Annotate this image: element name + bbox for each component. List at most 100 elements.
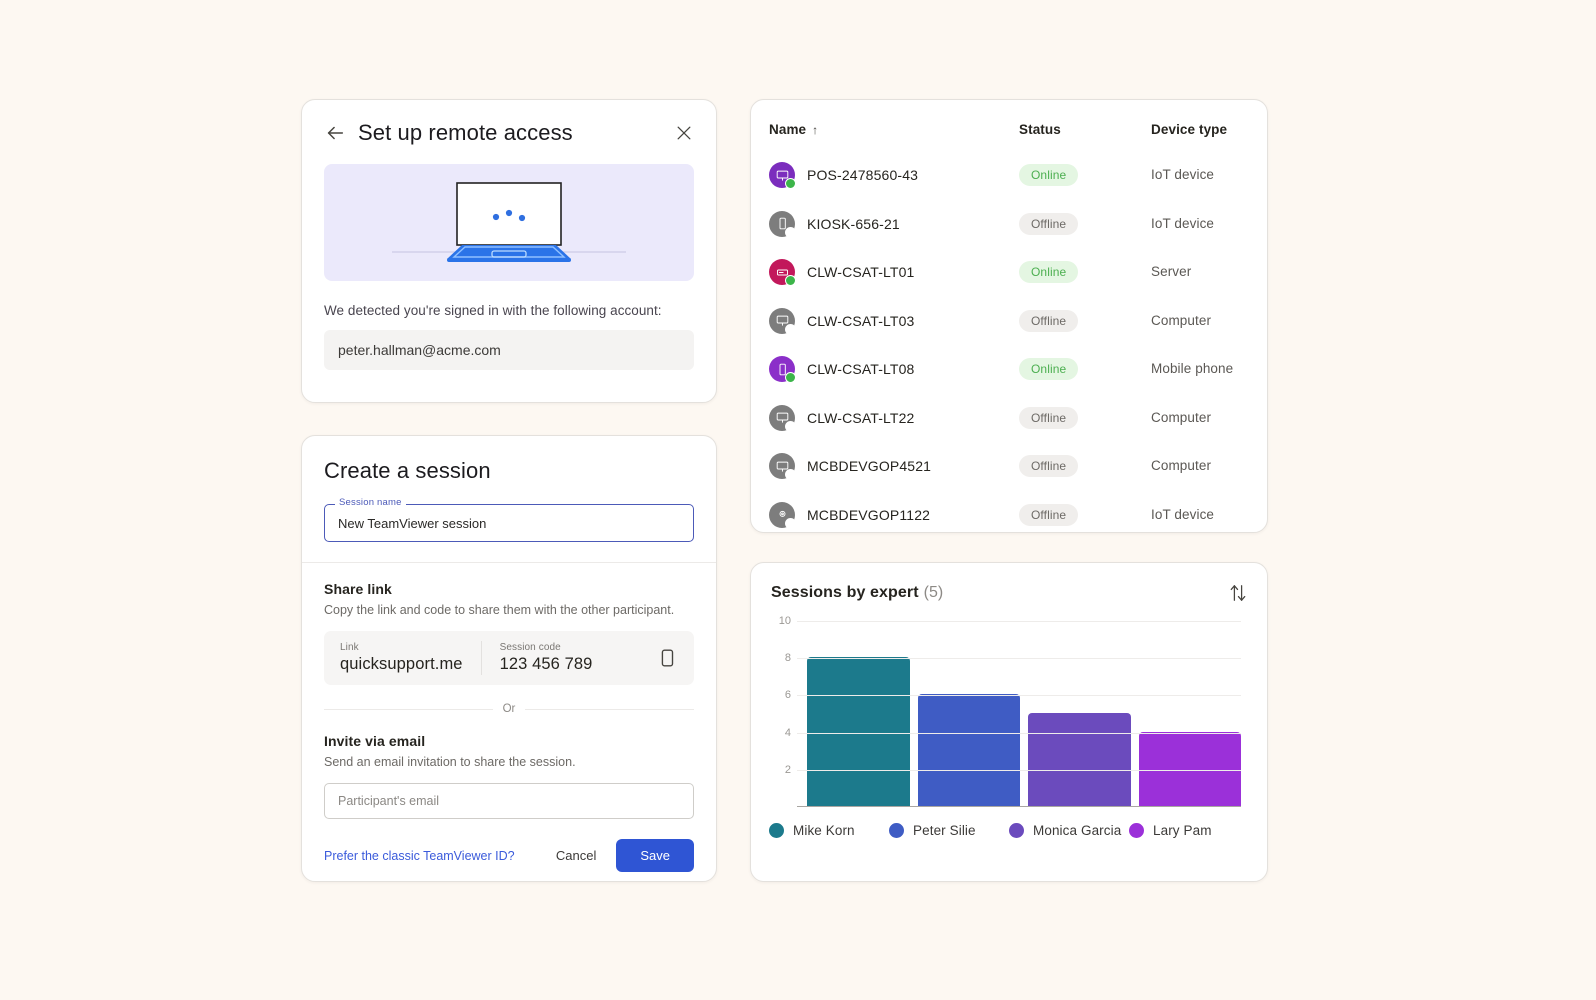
session-name-label: Session name <box>335 497 406 508</box>
legend-label: Mike Korn <box>793 823 855 838</box>
session-actions: Prefer the classic TeamViewer ID? Cancel… <box>324 839 694 872</box>
link-value: quicksupport.me <box>340 655 463 674</box>
device-name-cell: MCBDEVGOP4521 <box>751 442 1019 491</box>
presence-dot <box>785 518 796 529</box>
devices-table-head: Name ↑ Status Device type <box>751 100 1267 151</box>
or-text: Or <box>503 703 516 715</box>
legend-item[interactable]: Mike Korn <box>769 823 889 838</box>
table-row[interactable]: CLW-CSAT-LT01OnlineServer <box>751 248 1267 297</box>
devices-table-card: Name ↑ Status Device type POS-2478560-43 O… <box>750 99 1268 533</box>
table-row[interactable]: MCBDEVGOP4521 OfflineComputer <box>751 442 1267 491</box>
table-row[interactable]: KIOSK-656-21OfflineIoT device <box>751 200 1267 249</box>
legend-item[interactable]: Monica Garcia <box>1009 823 1129 838</box>
column-header-name[interactable]: Name ↑ <box>751 100 1019 151</box>
session-code-label: Session code <box>500 642 593 653</box>
link-column: Link quicksupport.me <box>340 642 463 674</box>
table-row[interactable]: MCBDEVGOP1122 Offline IoT device <box>751 491 1267 540</box>
legend-item[interactable]: Peter Silie <box>889 823 1009 838</box>
presence-dot <box>785 469 796 480</box>
copy-icon[interactable] <box>656 647 678 669</box>
chart-header: Sessions by expert (5) <box>751 563 1267 603</box>
session-code-value: 123 456 789 <box>500 655 593 674</box>
status-badge: Offline <box>1019 504 1078 526</box>
status-badge: Offline <box>1019 407 1078 429</box>
chart-plot-area: 108642 <box>769 621 1249 807</box>
close-icon[interactable] <box>674 123 694 143</box>
status-badge: Online <box>1019 164 1078 186</box>
column-header-name-label: Name <box>769 122 806 137</box>
device-name: MCBDEVGOP1122 <box>807 507 930 523</box>
device-avatar <box>769 211 795 237</box>
device-status-cell: Offline <box>1019 394 1151 443</box>
table-row[interactable]: CLW-CSAT-LT22 Offline Computer <box>751 394 1267 443</box>
status-badge: Online <box>1019 358 1078 380</box>
classic-teamviewer-id-link[interactable]: Prefer the classic TeamViewer ID? <box>324 849 515 863</box>
device-name: MCBDEVGOP4521 <box>807 458 931 474</box>
device-avatar <box>769 453 795 479</box>
back-arrow-icon[interactable] <box>324 122 346 144</box>
session-code-column: Session code 123 456 789 <box>500 642 593 674</box>
device-name-cell: POS-2478560-43 <box>751 151 1019 200</box>
status-badge: Offline <box>1019 213 1078 235</box>
chart-y-tick-label: 10 <box>769 615 791 627</box>
device-avatar <box>769 308 795 334</box>
divider <box>302 562 716 563</box>
chart-gridline <box>797 770 1241 771</box>
table-row[interactable]: CLW-CSAT-LT08OnlineMobile phone <box>751 345 1267 394</box>
device-status-cell: Online <box>1019 248 1151 297</box>
device-type-cell: IoT device <box>1151 491 1267 540</box>
device-type-cell: Computer <box>1151 297 1267 346</box>
chart-bars <box>807 621 1241 806</box>
device-avatar <box>769 502 795 528</box>
presence-dot <box>785 372 796 383</box>
chart-bar[interactable] <box>1028 713 1131 806</box>
device-status-cell: Offline <box>1019 491 1151 540</box>
table-header-row: Name ↑ Status Device type <box>751 100 1267 151</box>
laptop-illustration <box>324 164 694 281</box>
device-name-cell: CLW-CSAT-LT08 <box>751 345 1019 394</box>
chart-count: (5) <box>924 584 944 602</box>
presence-dot <box>785 227 796 238</box>
legend-label: Lary Pam <box>1153 823 1212 838</box>
sort-updown-icon[interactable] <box>1229 583 1247 603</box>
legend-color-dot <box>1009 823 1024 838</box>
chart-bar[interactable] <box>1139 732 1242 806</box>
column-header-status[interactable]: Status <box>1019 100 1151 151</box>
chart-y-tick-label: 8 <box>769 652 791 664</box>
device-status-cell: Offline <box>1019 442 1151 491</box>
save-button[interactable]: Save <box>616 839 694 872</box>
device-name: CLW-CSAT-LT03 <box>807 313 915 329</box>
column-header-device-type[interactable]: Device type <box>1151 100 1267 151</box>
device-type-cell: Computer <box>1151 442 1267 491</box>
sort-ascending-icon[interactable]: ↑ <box>812 123 818 137</box>
device-type-cell: IoT device <box>1151 200 1267 249</box>
device-avatar <box>769 356 795 382</box>
device-type-value: Computer <box>1151 410 1211 425</box>
legend-color-dot <box>769 823 784 838</box>
device-type-value: IoT device <box>1151 507 1214 522</box>
table-row[interactable]: CLW-CSAT-LT03OfflineComputer <box>751 297 1267 346</box>
devices-table: Name ↑ Status Device type POS-2478560-43 O… <box>751 100 1267 539</box>
device-type-value: IoT device <box>1151 216 1214 231</box>
legend-item[interactable]: Lary Pam <box>1129 823 1249 838</box>
device-type-cell: Computer <box>1151 394 1267 443</box>
chart-y-tick-label: 6 <box>769 689 791 701</box>
chart-bar[interactable] <box>918 694 1021 806</box>
device-type-cell: Server <box>1151 248 1267 297</box>
invite-email-description: Send an email invitation to share the se… <box>324 755 694 769</box>
device-status-cell: Offline <box>1019 200 1151 249</box>
session-name-field-wrap: Session name New TeamViewer session <box>324 504 694 542</box>
device-name: CLW-CSAT-LT22 <box>807 410 915 426</box>
table-row[interactable]: POS-2478560-43OnlineIoT device <box>751 151 1267 200</box>
legend-label: Monica Garcia <box>1033 823 1121 838</box>
chart-x-axis <box>797 806 1241 807</box>
presence-dot <box>785 275 796 286</box>
device-name: POS-2478560-43 <box>807 167 918 183</box>
chart-bar[interactable] <box>807 657 910 806</box>
participant-email-input[interactable]: Participant's email <box>324 783 694 819</box>
remote-access-card: Set up remote access We detected you're … <box>301 99 717 403</box>
cancel-button[interactable]: Cancel <box>542 840 610 871</box>
session-name-input[interactable]: New TeamViewer session <box>324 504 694 542</box>
device-type-value: Computer <box>1151 313 1211 328</box>
chart-gridline <box>797 621 1241 622</box>
